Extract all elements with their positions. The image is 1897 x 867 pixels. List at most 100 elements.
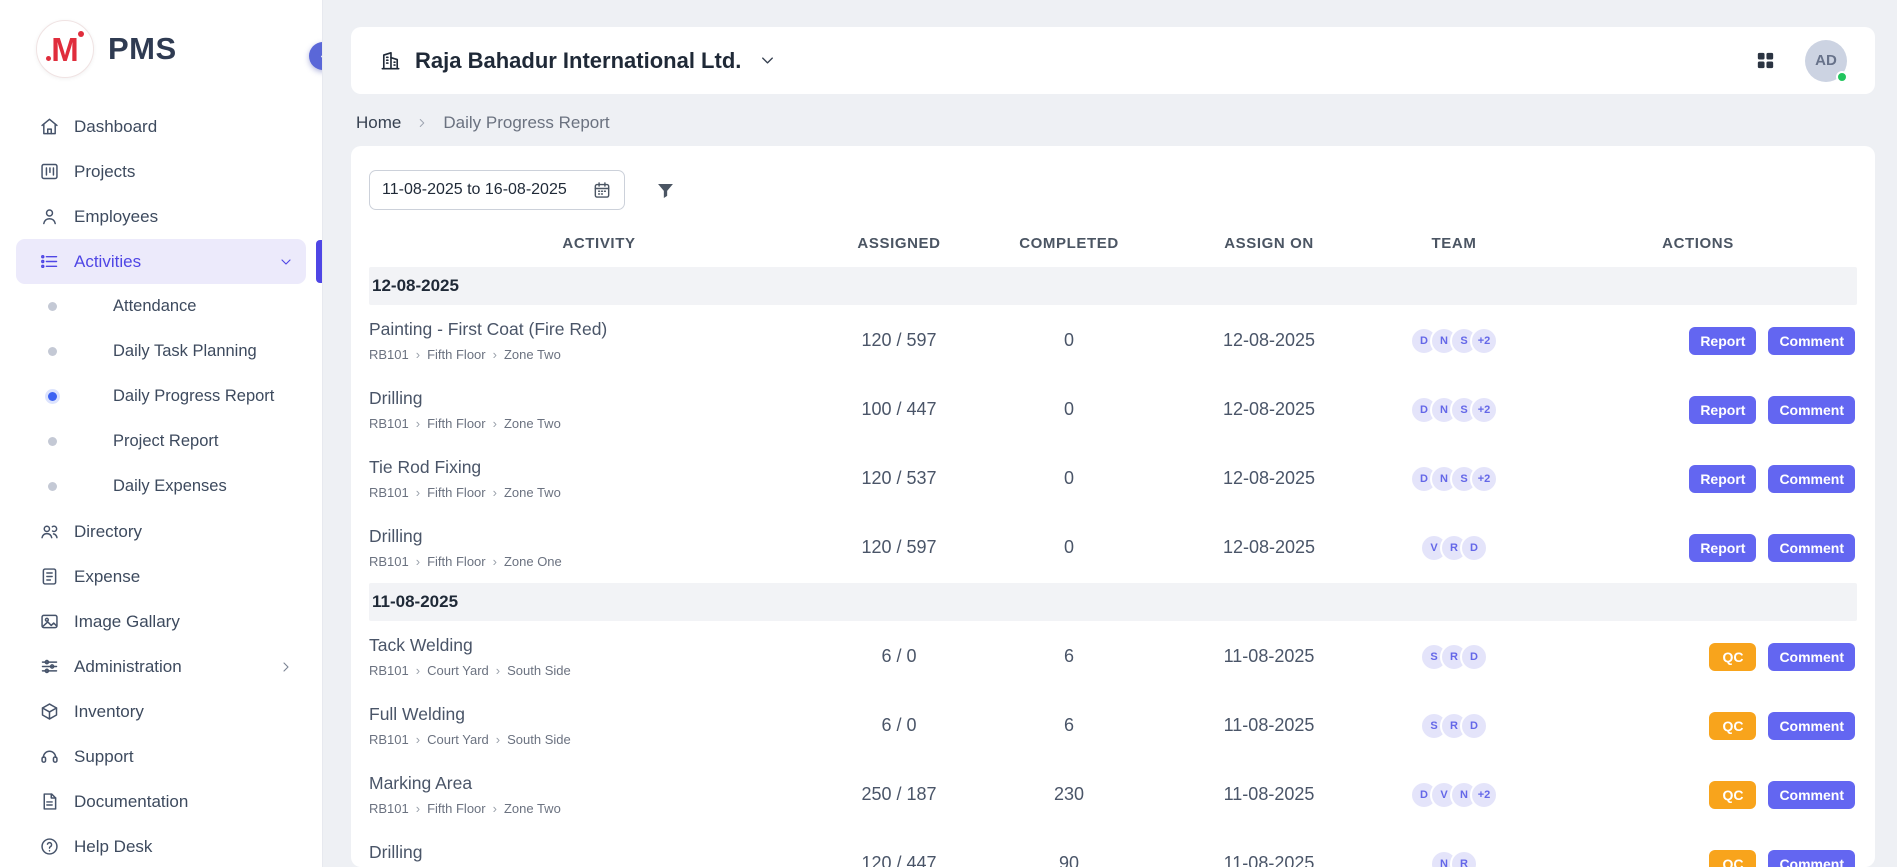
sidebar-item-label: Inventory <box>74 702 144 722</box>
report-button[interactable]: Report <box>1689 465 1756 493</box>
sidebar-subitem-label: Project Report <box>113 432 218 451</box>
comment-button[interactable]: Comment <box>1768 643 1855 671</box>
path-segment: Court Yard <box>427 663 489 678</box>
breadcrumb-home[interactable]: Home <box>356 113 401 133</box>
sidebar-item-label: Projects <box>74 162 135 182</box>
path-segment: Fifth Floor <box>427 801 486 816</box>
comment-button[interactable]: Comment <box>1768 396 1855 424</box>
comment-button[interactable]: Comment <box>1768 465 1855 493</box>
sidebar-item-inventory[interactable]: Inventory <box>16 689 306 734</box>
activity-title: Tie Rod Fixing <box>369 457 829 478</box>
chevron-right-icon: › <box>496 664 500 677</box>
sidebar-item-label: Administration <box>74 657 182 677</box>
completed-count: 6 <box>969 646 1169 667</box>
path-segment: RB101 <box>369 801 409 816</box>
activities-icon <box>39 251 61 272</box>
avatar-initials: AD <box>1815 52 1837 69</box>
support-icon <box>39 746 61 767</box>
expense-icon <box>39 566 61 587</box>
team-avatars: DVN+2 <box>1369 781 1539 809</box>
sidebar-item-documentation[interactable]: Documentation <box>16 779 306 824</box>
main-content: Raja Bahadur International Ltd. AD Home … <box>323 0 1897 867</box>
comment-button[interactable]: Comment <box>1768 534 1855 562</box>
chevron-right-icon: › <box>493 802 497 815</box>
bullet-icon <box>48 302 57 311</box>
column-header-assign-on: ASSIGN ON <box>1169 235 1369 252</box>
assigned-count: 250 / 187 <box>829 784 969 805</box>
comment-button[interactable]: Comment <box>1768 712 1855 740</box>
team-member-avatar: D <box>1460 643 1488 671</box>
sidebar-item-expense[interactable]: Expense <box>16 554 306 599</box>
path-segment: Court Yard <box>427 732 489 747</box>
filter-icon[interactable] <box>655 180 676 201</box>
assign-on-date: 11-08-2025 <box>1169 646 1369 667</box>
path-segment: South Side <box>507 732 571 747</box>
sidebar-subitem-attendance[interactable]: Attendance <box>16 284 306 329</box>
row-actions: Report Comment <box>1539 327 1857 355</box>
qc-button[interactable]: QC <box>1709 643 1756 671</box>
comment-button[interactable]: Comment <box>1768 850 1855 867</box>
activity-info: Painting - First Coat (Fire Red)RB101›Fi… <box>369 315 829 366</box>
completed-count: 6 <box>969 715 1169 736</box>
path-segment: Zone One <box>504 554 562 569</box>
sidebar-item-label: Employees <box>74 207 158 227</box>
activity-location-path: RB101›Court Yard›South Side <box>369 663 829 678</box>
report-button[interactable]: Report <box>1689 396 1756 424</box>
sidebar-subitem-daily-expenses[interactable]: Daily Expenses <box>16 464 306 509</box>
chevron-right-icon: › <box>493 348 497 361</box>
path-segment: RB101 <box>369 554 409 569</box>
sidebar-item-administration[interactable]: Administration <box>16 644 306 689</box>
sidebar-item-projects[interactable]: Projects <box>16 149 306 194</box>
activity-title: Drilling <box>369 526 829 547</box>
date-range-input[interactable] <box>382 181 582 199</box>
qc-button[interactable]: QC <box>1709 850 1756 867</box>
completed-count: 0 <box>969 537 1169 558</box>
pms-logo-icon: M <box>36 20 94 78</box>
sidebar-subitem-daily-task-planning[interactable]: Daily Task Planning <box>16 329 306 374</box>
sidebar-item-image-gallary[interactable]: Image Gallary <box>16 599 306 644</box>
activity-title: Drilling <box>369 388 829 409</box>
sidebar-item-activities[interactable]: Activities <box>16 239 306 284</box>
bullet-icon <box>48 437 57 446</box>
company-selector[interactable]: Raja Bahadur International Ltd. <box>379 48 777 74</box>
column-header-assigned: ASSIGNED <box>829 235 969 252</box>
sidebar-subitem-label: Attendance <box>113 297 196 316</box>
sidebar: M PMS DashboardProjectsEmployeesActiviti… <box>0 0 323 867</box>
completed-count: 230 <box>969 784 1169 805</box>
qc-button[interactable]: QC <box>1709 712 1756 740</box>
chevron-right-icon: › <box>493 417 497 430</box>
sidebar-item-employees[interactable]: Employees <box>16 194 306 239</box>
activity-row: Painting - First Coat (Fire Red)RB101›Fi… <box>369 306 1857 375</box>
qc-button[interactable]: QC <box>1709 781 1756 809</box>
bullet-icon <box>48 347 57 356</box>
assigned-count: 120 / 597 <box>829 330 969 351</box>
report-button[interactable]: Report <box>1689 534 1756 562</box>
comment-button[interactable]: Comment <box>1768 781 1855 809</box>
activity-location-path: RB101›Fifth Floor›Zone Two <box>369 801 829 816</box>
date-group-header: 12-08-2025 <box>369 267 1857 305</box>
sidebar-menu: Dashboard Projects Employees Activities Atte… <box>16 104 306 867</box>
active-menu-indicator <box>316 240 322 283</box>
sidebar-subitem-project-report[interactable]: Project Report <box>16 419 306 464</box>
sidebar-item-dashboard[interactable]: Dashboard <box>16 104 306 149</box>
team-avatars: VRD <box>1369 534 1539 562</box>
date-range-picker[interactable] <box>369 170 625 210</box>
assign-on-date: 12-08-2025 <box>1169 468 1369 489</box>
topbar: Raja Bahadur International Ltd. AD <box>351 27 1875 94</box>
filter-row <box>369 170 1857 210</box>
user-avatar[interactable]: AD <box>1805 40 1847 82</box>
path-segment: Fifth Floor <box>427 485 486 500</box>
apps-grid-icon[interactable] <box>1754 49 1777 72</box>
sidebar-item-support[interactable]: Support <box>16 734 306 779</box>
assign-on-date: 12-08-2025 <box>1169 330 1369 351</box>
sidebar-item-directory[interactable]: Directory <box>16 509 306 554</box>
sidebar-item-help-desk[interactable]: Help Desk <box>16 824 306 867</box>
path-segment: Zone Two <box>504 485 561 500</box>
assigned-count: 6 / 0 <box>829 715 969 736</box>
report-button[interactable]: Report <box>1689 327 1756 355</box>
assign-on-date: 12-08-2025 <box>1169 537 1369 558</box>
logo-dot <box>46 56 51 61</box>
chevron-right-icon: › <box>416 417 420 430</box>
sidebar-subitem-daily-progress-report[interactable]: Daily Progress Report <box>16 374 306 419</box>
comment-button[interactable]: Comment <box>1768 327 1855 355</box>
